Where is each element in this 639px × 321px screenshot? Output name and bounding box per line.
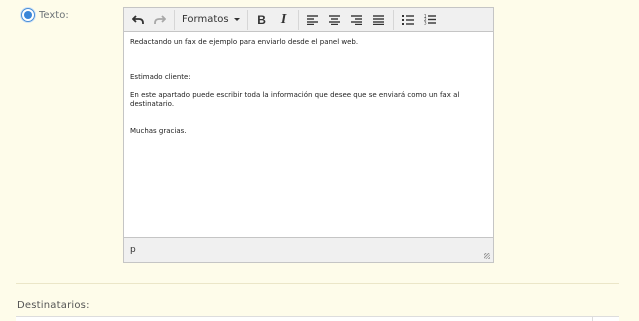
align-justify-icon[interactable] bbox=[370, 11, 388, 29]
align-center-icon[interactable] bbox=[326, 11, 344, 29]
italic-button[interactable]: I bbox=[275, 11, 293, 29]
formats-dropdown[interactable]: Formatos bbox=[178, 14, 244, 25]
content-paragraph-1: Redactando un fax de ejemplo para enviar… bbox=[130, 38, 359, 46]
editor-statusbar: p bbox=[124, 237, 493, 262]
text-radio-button[interactable] bbox=[21, 8, 35, 22]
editor-content-area[interactable]: Redactando un fax de ejemplo para enviar… bbox=[124, 32, 493, 237]
redo-icon[interactable] bbox=[151, 11, 169, 29]
formats-label: Formatos bbox=[182, 14, 229, 25]
bold-button[interactable]: B bbox=[253, 11, 271, 29]
content-paragraph-4: En este apartado puede escribir toda la … bbox=[130, 91, 460, 108]
content-paragraph-5 bbox=[130, 109, 487, 118]
svg-text:3: 3 bbox=[424, 21, 427, 26]
align-left-icon[interactable] bbox=[304, 11, 322, 29]
undo-icon[interactable] bbox=[129, 11, 147, 29]
content-paragraph-6: Muchas gracias. bbox=[130, 127, 187, 135]
numbered-list-icon[interactable]: 123 bbox=[421, 11, 439, 29]
list-group: 123 bbox=[397, 10, 444, 30]
editor-toolbar: Formatos B I 1 2 3 bbox=[124, 8, 493, 32]
chevron-down-icon bbox=[233, 18, 240, 21]
formats-group: Formatos bbox=[178, 9, 248, 30]
recipients-box-separator bbox=[592, 317, 593, 321]
content-paragraph-2 bbox=[130, 47, 487, 56]
rich-text-editor: Formatos B I 1 2 3 Redactando un fax de … bbox=[123, 7, 494, 263]
align-right-icon[interactable] bbox=[348, 11, 366, 29]
style-group: B I bbox=[251, 9, 299, 30]
bullet-list-icon[interactable] bbox=[399, 11, 417, 29]
align-group bbox=[302, 9, 394, 30]
recipients-section-title: Destinatarios: bbox=[17, 300, 90, 311]
element-path[interactable]: p bbox=[130, 245, 136, 255]
section-divider bbox=[16, 283, 619, 284]
resize-handle-icon[interactable] bbox=[484, 253, 490, 259]
radio-selected-dot bbox=[24, 11, 32, 19]
text-radio-option[interactable]: Texto: bbox=[21, 8, 69, 22]
text-radio-label: Texto: bbox=[39, 9, 69, 21]
history-group bbox=[127, 9, 175, 30]
content-paragraph-3: Estimado cliente: bbox=[130, 73, 191, 81]
